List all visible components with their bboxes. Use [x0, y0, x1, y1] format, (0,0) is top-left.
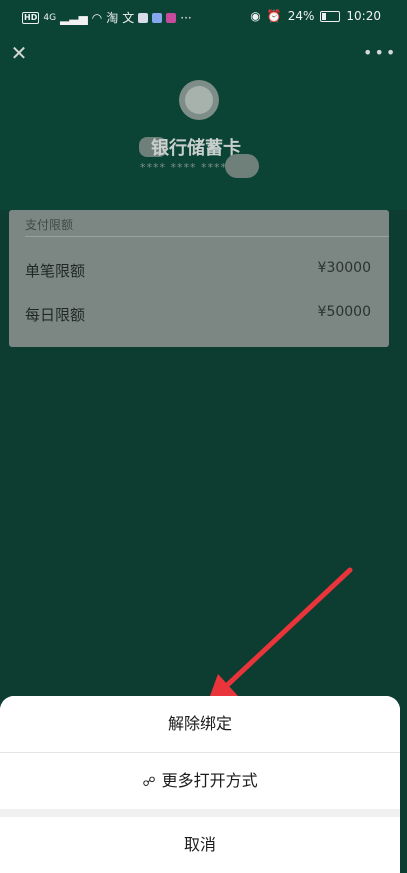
sheet-gap — [0, 809, 400, 817]
cancel-button[interactable]: 取消 — [0, 817, 400, 873]
unbind-label: 解除绑定 — [167, 714, 232, 733]
link-icon: ☍ — [142, 775, 156, 790]
more-open-button[interactable]: ☍ 更多打开方式 — [0, 753, 400, 809]
action-sheet: 解除绑定 ☍ 更多打开方式 取消 — [0, 696, 400, 873]
cancel-label: 取消 — [183, 835, 216, 854]
more-open-label: 更多打开方式 — [161, 771, 258, 790]
unbind-button[interactable]: 解除绑定 — [0, 696, 400, 752]
